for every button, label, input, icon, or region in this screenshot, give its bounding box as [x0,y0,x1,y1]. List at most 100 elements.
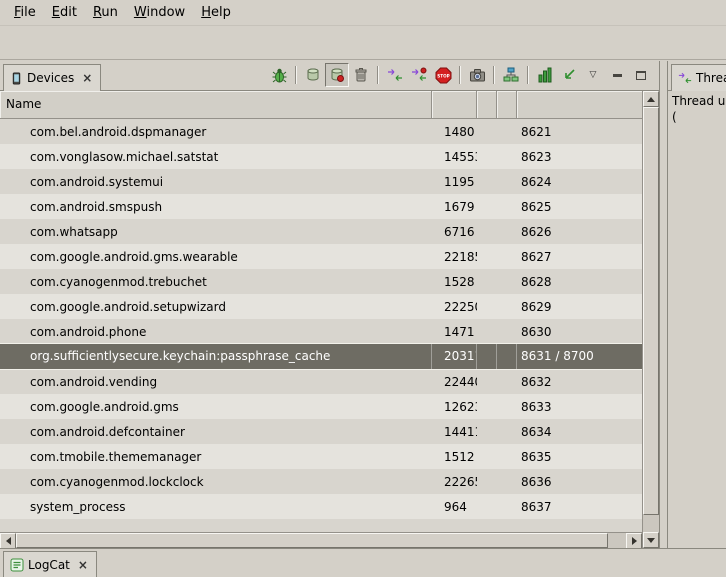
process-pid: 1512 [432,450,477,464]
process-pid: 14411 [432,425,477,439]
devices-tabbar: Devices × [0,61,659,91]
table-row[interactable]: com.google.android.setupwizard 22250 862… [0,294,642,319]
menu-item[interactable]: File [6,1,44,24]
scroll-up-button[interactable] [643,91,659,107]
tab-label: Devices [27,71,74,85]
horizontal-scroll-track [16,533,626,548]
process-port: 8628 [517,275,642,289]
menu-item[interactable]: Run [85,1,126,24]
process-port: 8624 [517,175,642,189]
svg-text:STOP: STOP [437,73,450,78]
close-icon[interactable]: × [80,71,94,85]
table-row[interactable]: com.cyanogenmod.trebuchet 1528 8628 [0,269,642,294]
table-header: Name [0,91,642,119]
process-port: 8633 [517,400,642,414]
tab-threads[interactable]: Threa [671,64,726,91]
horizontal-scroll-thumb[interactable] [16,533,608,548]
table-row[interactable]: system_process 964 8637 [0,494,642,519]
column-header-3[interactable] [477,91,497,118]
devices-toolbar: STOP [267,60,659,90]
process-pid: 22265 [432,475,477,489]
table-row[interactable]: com.google.android.gms.wearable 22185 86… [0,244,642,269]
start-method-profiling-icon[interactable] [407,63,431,87]
process-name: com.android.smspush [0,200,432,214]
process-pid: 1480 [432,125,477,139]
column-header-port[interactable] [517,91,642,118]
process-pid: 22440 [432,375,477,389]
process-port: 8625 [517,200,642,214]
table-row[interactable]: com.cyanogenmod.lockclock 22265 8636 [0,469,642,494]
sysinfo-bars-icon[interactable] [533,63,557,87]
table-row[interactable]: com.vonglasow.michael.satstat 14553 8623 [0,144,642,169]
cause-gc-icon[interactable] [349,63,373,87]
process-port: 8623 [517,150,642,164]
table-row[interactable]: com.android.defcontainer 14411 8634 [0,419,642,444]
scroll-right-button[interactable] [626,533,642,549]
device-icon [10,72,23,85]
panel-sash[interactable] [660,61,667,548]
column-header-name[interactable]: Name [0,91,432,118]
process-pid: 6716 [432,225,477,239]
scroll-left-button[interactable] [0,533,16,549]
process-port: 8629 [517,300,642,314]
tab-devices[interactable]: Devices × [3,64,101,91]
logcat-bar: LogCat × [0,548,726,577]
tab-logcat[interactable]: LogCat × [3,551,97,577]
process-pid: 22250 [432,300,477,314]
screen-capture-icon[interactable] [465,63,489,87]
process-port: 8635 [517,450,642,464]
update-threads-icon[interactable] [383,63,407,87]
process-name: com.tmobile.thememanager [0,450,432,464]
vertical-scrollbar [642,91,659,548]
logcat-icon [10,558,24,572]
process-name: com.vonglasow.michael.satstat [0,150,432,164]
dump-hprof-icon[interactable] [325,63,349,87]
table-row[interactable]: com.bel.android.dspmanager 1480 8621 [0,119,642,144]
menu-item[interactable]: Edit [44,1,85,24]
stop-process-icon[interactable]: STOP [431,63,455,87]
view-menu-glyph: ▽ [590,71,597,80]
menubar: File Edit Run Window Help [0,0,726,26]
view-menu-icon[interactable]: ▽ [581,63,605,87]
scroll-down-button[interactable] [643,532,659,548]
threads-message-line2: ( [672,109,726,125]
table-row[interactable]: com.google.android.gms 12623 8633 [0,394,642,419]
ddms-window: File Edit Run Window Help Devices × [0,0,726,577]
table-row[interactable]: com.tmobile.thememanager 1512 8635 [0,444,642,469]
threads-message: Thread up ( [672,93,726,125]
debug-process-icon[interactable] [267,63,291,87]
process-pid: 20311 [432,344,477,369]
cell-empty [497,344,517,369]
maximize-icon[interactable] [629,63,653,87]
horizontal-scrollbar [0,532,642,548]
update-heap-icon[interactable] [301,63,325,87]
vertical-scroll-thumb[interactable] [643,107,659,515]
table-row[interactable]: com.whatsapp 6716 8626 [0,219,642,244]
menu-item[interactable]: Window [126,1,193,24]
process-port: 8634 [517,425,642,439]
column-header-pid[interactable] [432,91,477,118]
devices-panel: Devices × [0,61,660,548]
close-icon[interactable]: × [76,558,90,572]
process-port: 8632 [517,375,642,389]
table-row[interactable]: org.sufficientlysecure.keychain:passphra… [0,344,642,369]
process-name: com.android.phone [0,325,432,339]
toolbar-separator [527,66,529,84]
process-name: com.bel.android.dspmanager [0,125,432,139]
table-row[interactable]: com.android.vending 22440 8632 [0,369,642,394]
column-header-4[interactable] [497,91,517,118]
minimize-icon[interactable] [605,63,629,87]
process-name: org.sufficientlysecure.keychain:passphra… [0,344,432,369]
process-name: com.google.android.gms.wearable [0,250,432,264]
table-row[interactable]: com.android.systemui 1195 8624 [0,169,642,194]
process-name: system_process [0,500,432,514]
table-row[interactable]: com.android.phone 1471 8630 [0,319,642,344]
process-pid: 14553 [432,150,477,164]
capture-arrow-icon[interactable] [557,63,581,87]
threads-message-line1: Thread up [672,93,726,109]
toolbar-separator [377,66,379,84]
table-row[interactable]: com.android.smspush 1679 8625 [0,194,642,219]
process-name: com.cyanogenmod.trebuchet [0,275,432,289]
dump-view-hierarchy-icon[interactable] [499,63,523,87]
menu-item[interactable]: Help [193,1,239,24]
